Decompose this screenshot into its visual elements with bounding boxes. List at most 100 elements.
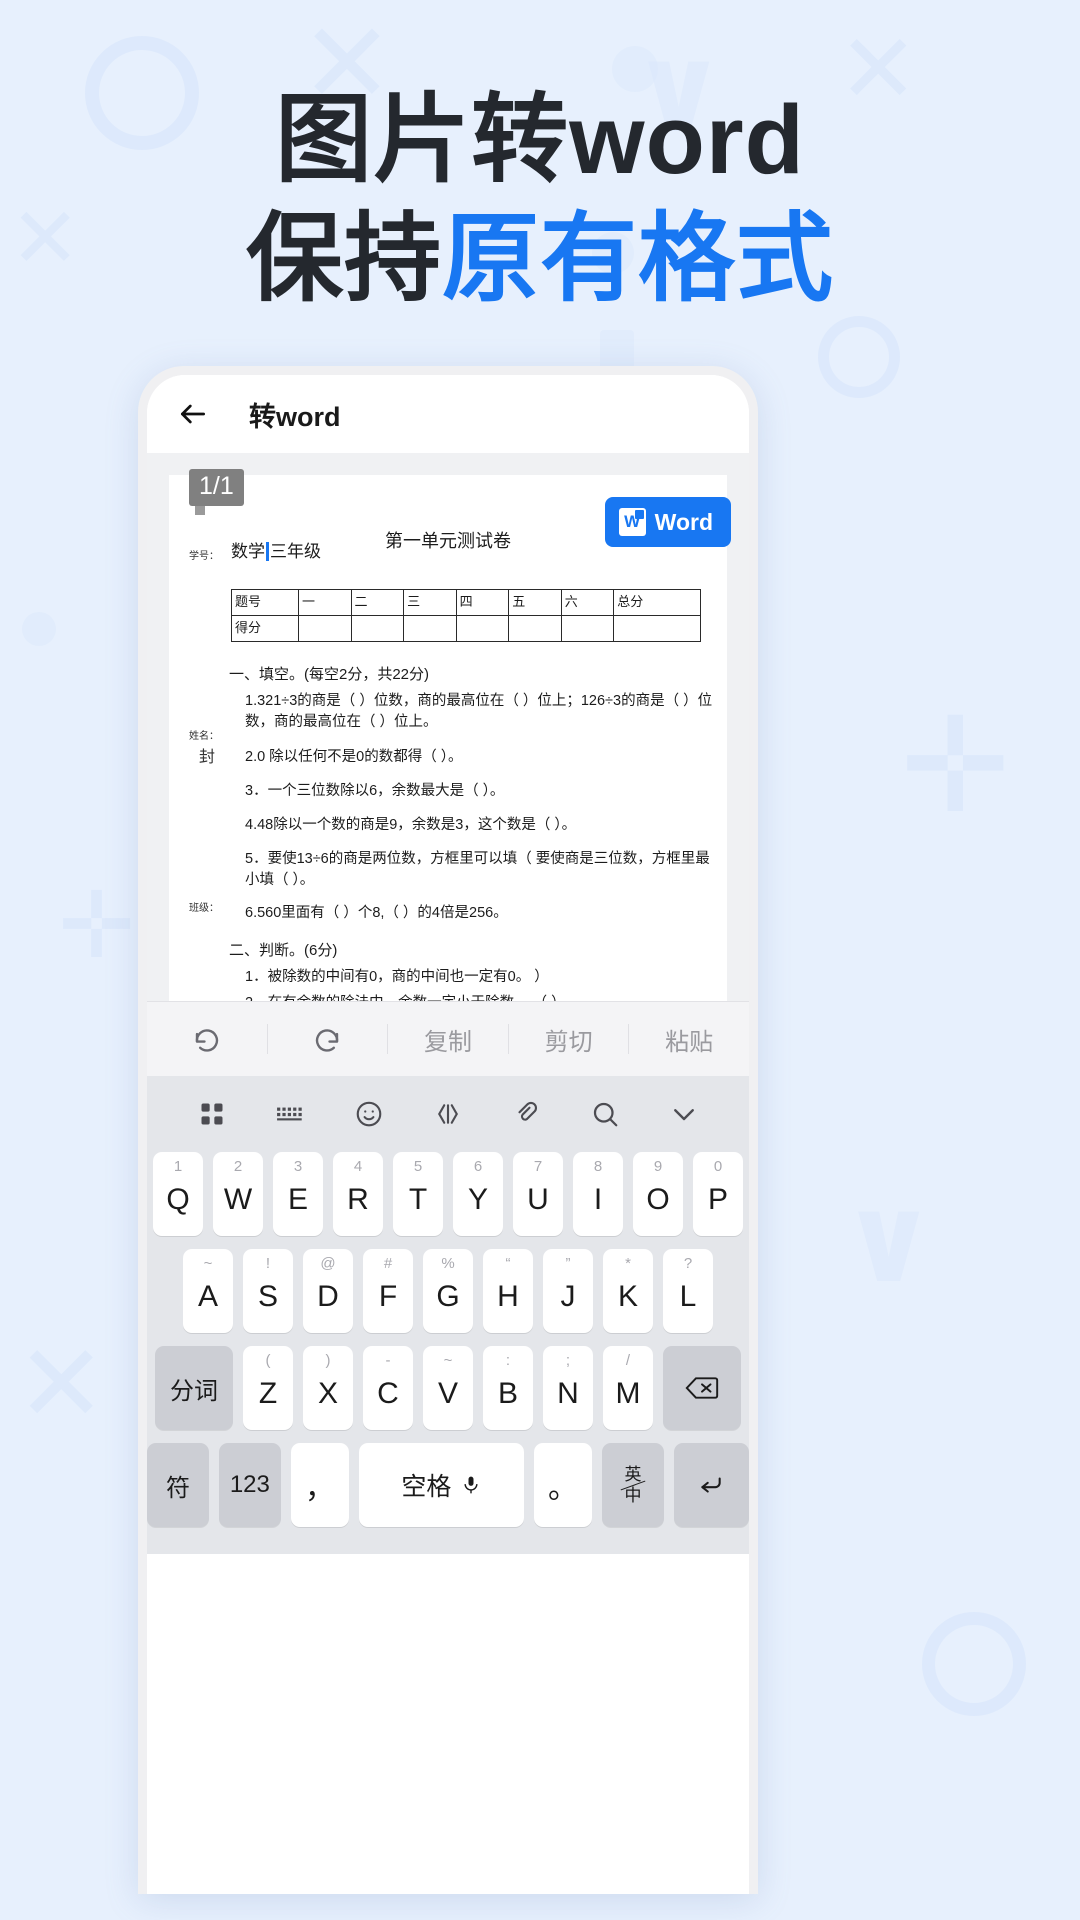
table-row: 得分 [231, 615, 701, 642]
key-label: E [287, 1183, 308, 1216]
phone-mockup: 转word 学号： 姓名： 封 班级： 第一单元测试卷 数学三年级 题号 一 [138, 366, 758, 1894]
question-item: 2.0 除以任何不是0的数都得（ ）。 [245, 749, 463, 765]
numeric-key[interactable]: 123 [218, 1443, 281, 1527]
key-label: M [615, 1377, 641, 1410]
clipboard-icon[interactable] [487, 1099, 566, 1129]
word-button-label: Word [654, 508, 713, 535]
language-chinese: 中 [624, 1485, 642, 1505]
emoji-icon[interactable] [330, 1099, 409, 1129]
key-number: 8 [593, 1158, 603, 1175]
search-icon[interactable] [566, 1099, 645, 1129]
mic-icon [464, 1476, 478, 1494]
undo-icon[interactable] [147, 1024, 267, 1054]
key-e[interactable]: 3E [273, 1152, 323, 1236]
key-label: O [646, 1183, 670, 1216]
key-number: : [505, 1352, 511, 1369]
text-cursor-icon[interactable] [409, 1099, 488, 1129]
word-export-button[interactable]: W Word [604, 497, 731, 547]
table-cell [508, 615, 562, 642]
back-icon[interactable] [173, 394, 213, 434]
key-label: F [378, 1280, 398, 1313]
keyboard-row-1: 1Q 2W 3E 4R 5T 6Y 7U 8I 9O 0P [147, 1152, 749, 1236]
question-item: 3．一个三位数除以6，余数最大是（ ）。 [245, 783, 505, 799]
space-key[interactable]: 空格 [358, 1443, 524, 1527]
key-label: A [197, 1280, 218, 1313]
segment-word-key[interactable]: 分词 [155, 1346, 233, 1430]
backspace-icon[interactable] [663, 1346, 741, 1430]
key-label: L [679, 1280, 697, 1313]
key-w[interactable]: 2W [213, 1152, 263, 1236]
language-toggle-key[interactable]: 英 中 [602, 1443, 664, 1527]
key-label: K [617, 1280, 638, 1313]
key-c[interactable]: -C [363, 1346, 413, 1430]
key-number: ; [565, 1352, 571, 1369]
table-cell [298, 615, 352, 642]
key-j[interactable]: ” J [543, 1249, 593, 1333]
decor-ring [922, 1612, 1026, 1716]
table-cell: 五 [508, 589, 562, 616]
paste-button[interactable]: 粘贴 [629, 1022, 749, 1057]
subject-text: 数学 [231, 542, 265, 561]
app-header: 转word [147, 375, 749, 453]
key-y[interactable]: 6Y [453, 1152, 503, 1236]
period-key[interactable]: 。 [533, 1443, 593, 1527]
key-i[interactable]: 8I [573, 1152, 623, 1236]
promo-headline: 图片转word 保持原有格式 [0, 87, 1080, 312]
key-z[interactable]: (Z [243, 1346, 293, 1430]
keyboard-icon[interactable] [252, 1100, 331, 1128]
key-number: 1 [173, 1158, 183, 1175]
grade-text: 三年级 [270, 542, 321, 561]
table-row: 题号 一 二 三 四 五 六 总分 [231, 589, 701, 616]
key-number: 9 [653, 1158, 663, 1175]
table-cell [455, 615, 510, 642]
key-label: V [437, 1377, 458, 1410]
key-number: @ [320, 1255, 336, 1272]
score-table: 题号 一 二 三 四 五 六 总分 得分 [231, 589, 701, 642]
key-r[interactable]: 4R [333, 1152, 383, 1236]
chevron-down-icon[interactable] [644, 1099, 723, 1129]
key-t[interactable]: 5T [393, 1152, 443, 1236]
question-item: 1．被除数的中间有0，商的中间也一定有0。 ） [245, 969, 549, 985]
key-o[interactable]: 9O [633, 1152, 683, 1236]
key-label: Y [467, 1183, 488, 1216]
key-m[interactable]: / M [603, 1346, 653, 1430]
side-label-feng: 封 [199, 749, 216, 766]
keyboard-row-2: ~ A ! S @ D # F % G “H ” J * K ? L [147, 1249, 749, 1333]
key-d[interactable]: @ D [303, 1249, 353, 1333]
language-english: 英 [624, 1464, 642, 1484]
document-viewport[interactable]: 学号： 姓名： 封 班级： 第一单元测试卷 数学 三年级 题号 一 二 三 四 五 [147, 453, 749, 1001]
document-page[interactable]: 学号： 姓名： 封 班级： 第一单元测试卷 数学 三年级 题号 一 二 三 四 五 [169, 469, 731, 1001]
key-label: G [436, 1280, 460, 1313]
key-k[interactable]: * K [603, 1249, 653, 1333]
key-u[interactable]: 7U [513, 1152, 563, 1236]
key-number: 3 [293, 1158, 303, 1175]
symbol-key[interactable]: 符 [147, 1443, 209, 1527]
key-h[interactable]: “H [483, 1249, 533, 1333]
table-cell [560, 615, 615, 642]
copy-button[interactable]: 复制 [388, 1022, 508, 1057]
key-s[interactable]: ! S [243, 1249, 293, 1333]
cut-button[interactable]: 剪切 [509, 1022, 629, 1057]
grid-icon[interactable] [173, 1100, 252, 1128]
key-label: W [223, 1183, 253, 1216]
key-l[interactable]: ? L [663, 1249, 713, 1333]
redo-icon[interactable] [268, 1024, 388, 1054]
comma-key[interactable]: ， [290, 1443, 349, 1527]
key-b[interactable]: :B [483, 1346, 533, 1430]
key-p[interactable]: 0P [693, 1152, 743, 1236]
edit-toolbar: 复制 剪切 粘贴 [147, 1001, 749, 1076]
key-label: Z [258, 1377, 278, 1410]
table-cell: 得分 [231, 615, 299, 642]
key-q[interactable]: 1Q [153, 1152, 203, 1236]
table-cell [613, 615, 701, 642]
key-label: J [560, 1280, 576, 1313]
table-cell: 三 [403, 589, 457, 616]
key-x[interactable]: ) X [303, 1346, 353, 1430]
enter-icon[interactable] [673, 1443, 749, 1527]
key-f[interactable]: # F [363, 1249, 413, 1333]
key-g[interactable]: % G [423, 1249, 473, 1333]
key-n[interactable]: ; N [543, 1346, 593, 1430]
table-cell: 题号 [231, 589, 299, 616]
key-v[interactable]: ~ V [423, 1346, 473, 1430]
key-a[interactable]: ~ A [183, 1249, 233, 1333]
